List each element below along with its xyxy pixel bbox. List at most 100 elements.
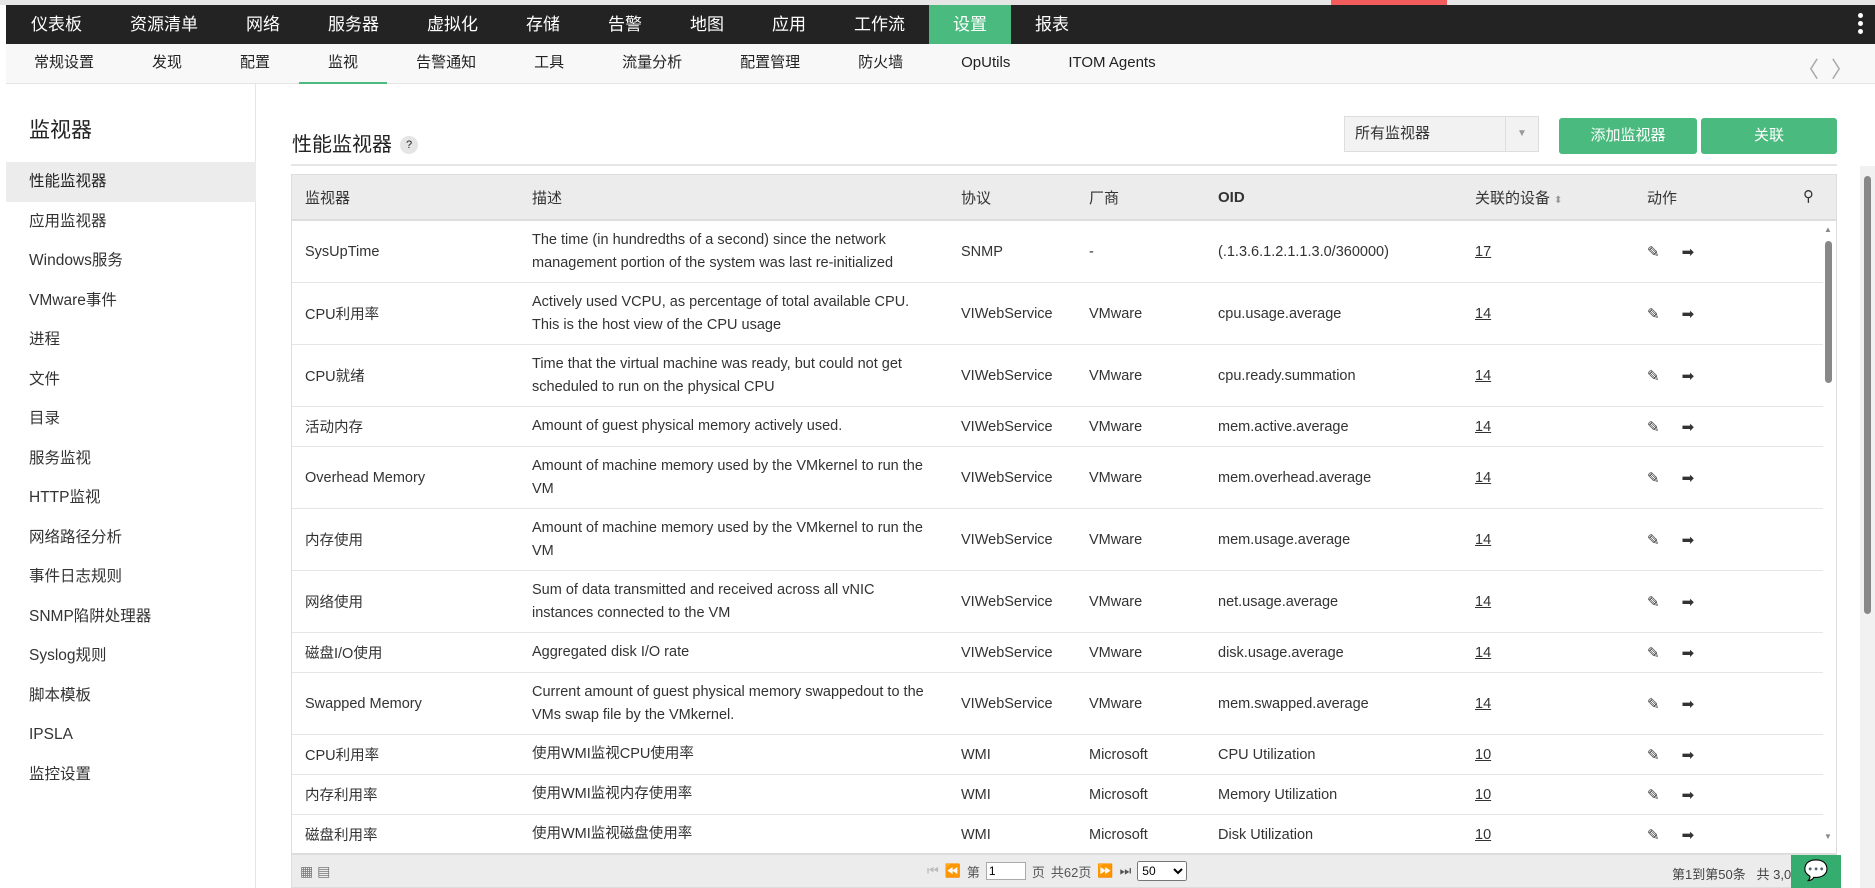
sidebar-item[interactable]: 性能监视器: [6, 162, 256, 202]
associated-devices-link[interactable]: 14: [1475, 696, 1491, 712]
sidebar-item[interactable]: 脚本模板: [6, 676, 256, 716]
subnav-scroll-arrows[interactable]: 〈〉: [1797, 52, 1865, 84]
associated-devices-link[interactable]: 14: [1475, 594, 1491, 610]
last-page-icon[interactable]: ⏭: [1120, 863, 1132, 879]
sidebar-item[interactable]: 进程: [6, 320, 256, 360]
edit-icon[interactable]: ✎: [1647, 645, 1660, 662]
page-size-select[interactable]: 50: [1137, 861, 1188, 881]
edit-icon[interactable]: ✎: [1647, 470, 1660, 487]
subnav-item[interactable]: 发现: [123, 44, 211, 83]
table-scrollbar[interactable]: ▲ ▼: [1822, 223, 1836, 841]
topnav-item[interactable]: 服务器: [304, 5, 403, 44]
edit-icon[interactable]: ✎: [1647, 747, 1660, 764]
associated-devices-link[interactable]: 14: [1475, 645, 1491, 661]
associate-icon[interactable]: ➡: [1682, 419, 1695, 436]
sidebar-item[interactable]: 服务监视: [6, 439, 256, 479]
search-icon[interactable]: ⚲: [1803, 187, 1814, 205]
topnav-item[interactable]: 报表: [1011, 5, 1093, 44]
sidebar-item[interactable]: VMware事件: [6, 281, 256, 321]
first-page-icon[interactable]: ⏮: [927, 863, 939, 879]
associated-devices-link[interactable]: 10: [1475, 787, 1491, 803]
topnav-item[interactable]: 工作流: [830, 5, 929, 44]
topnav-item[interactable]: 应用: [748, 5, 830, 44]
sidebar-item[interactable]: 监控设置: [6, 755, 256, 795]
subnav-item[interactable]: ITOM Agents: [1039, 44, 1184, 83]
associate-icon[interactable]: ➡: [1682, 696, 1695, 713]
associate-icon[interactable]: ➡: [1682, 368, 1695, 385]
associate-icon[interactable]: ➡: [1682, 747, 1695, 764]
edit-icon[interactable]: ✎: [1647, 419, 1660, 436]
edit-icon[interactable]: ✎: [1647, 787, 1660, 804]
prev-page-icon[interactable]: ⏪: [945, 863, 961, 879]
sidebar-item[interactable]: HTTP监视: [6, 478, 256, 518]
sidebar-item[interactable]: 文件: [6, 360, 256, 400]
sidebar-item[interactable]: SNMP陷阱处理器: [6, 597, 256, 637]
associate-icon[interactable]: ➡: [1682, 306, 1695, 323]
edit-icon[interactable]: ✎: [1647, 532, 1660, 549]
associate-icon[interactable]: ➡: [1682, 827, 1695, 844]
subnav-item[interactable]: 流量分析: [593, 44, 711, 83]
associate-icon[interactable]: ➡: [1682, 645, 1695, 662]
next-page-icon[interactable]: ⏩: [1097, 863, 1113, 879]
subnav-item[interactable]: OpUtils: [932, 44, 1039, 83]
column-header[interactable]: 协议: [948, 187, 1076, 208]
edit-icon[interactable]: ✎: [1647, 696, 1660, 713]
topnav-item[interactable]: 设置: [929, 5, 1011, 44]
subnav-item[interactable]: 防火墙: [829, 44, 932, 83]
chat-icon[interactable]: 💬: [1791, 855, 1841, 888]
page-input[interactable]: [985, 862, 1026, 880]
topnav-item[interactable]: 地图: [666, 5, 748, 44]
edit-icon[interactable]: ✎: [1647, 306, 1660, 323]
associate-icon[interactable]: ➡: [1682, 470, 1695, 487]
associated-devices-link[interactable]: 10: [1475, 747, 1491, 763]
monitor-filter-select[interactable]: 所有监视器 ▼: [1344, 116, 1539, 152]
associated-devices-link[interactable]: 14: [1475, 368, 1491, 384]
calculator-icon[interactable]: ▦: [300, 863, 313, 879]
sidebar-item[interactable]: 网络路径分析: [6, 518, 256, 558]
edit-icon[interactable]: ✎: [1647, 594, 1660, 611]
edit-icon[interactable]: ✎: [1647, 368, 1660, 385]
topnav-item[interactable]: 告警: [584, 5, 666, 44]
page-scrollbar[interactable]: [1860, 166, 1875, 888]
add-monitor-button[interactable]: 添加监视器: [1559, 118, 1697, 154]
column-header[interactable]: 关联的设备 ⬍: [1462, 187, 1634, 208]
associated-devices-link[interactable]: 14: [1475, 532, 1491, 548]
subnav-item[interactable]: 配置管理: [711, 44, 829, 83]
column-header[interactable]: 动作: [1634, 187, 1774, 208]
subnav-item[interactable]: 告警通知: [387, 44, 505, 83]
associated-devices-link[interactable]: 17: [1475, 244, 1491, 260]
associated-devices-link[interactable]: 14: [1475, 306, 1491, 322]
column-header[interactable]: 厂商: [1076, 187, 1205, 208]
associate-icon[interactable]: ➡: [1682, 594, 1695, 611]
sidebar-item[interactable]: Windows服务: [6, 241, 256, 281]
sidebar-item[interactable]: 目录: [6, 399, 256, 439]
sidebar-item[interactable]: Syslog规则: [6, 636, 256, 676]
more-menu-icon[interactable]: [1858, 13, 1863, 37]
subnav-item[interactable]: 工具: [505, 44, 593, 83]
sidebar-item[interactable]: IPSLA: [6, 715, 256, 755]
associate-icon[interactable]: ➡: [1682, 532, 1695, 549]
help-icon[interactable]: ?: [400, 136, 418, 154]
associate-icon[interactable]: ➡: [1682, 787, 1695, 804]
excel-export-icon[interactable]: ▤: [317, 863, 330, 879]
associated-devices-link[interactable]: 14: [1475, 470, 1491, 486]
edit-icon[interactable]: ✎: [1647, 827, 1660, 844]
topnav-item[interactable]: 网络: [222, 5, 304, 44]
associate-button[interactable]: 关联: [1701, 118, 1837, 154]
subnav-item[interactable]: 监视: [299, 44, 388, 85]
sidebar-item[interactable]: 事件日志规则: [6, 557, 256, 597]
subnav-item[interactable]: 常规设置: [6, 44, 123, 83]
associated-devices-link[interactable]: 10: [1475, 827, 1491, 843]
topnav-item[interactable]: 存储: [502, 5, 584, 44]
column-header[interactable]: 描述: [519, 187, 948, 208]
sort-icon[interactable]: ⬍: [1554, 195, 1562, 206]
column-header[interactable]: 监视器: [292, 187, 519, 208]
column-header[interactable]: OID: [1205, 189, 1462, 206]
topnav-item[interactable]: 资源清单: [106, 5, 222, 44]
topnav-item[interactable]: 仪表板: [13, 5, 106, 44]
sidebar-item[interactable]: 应用监视器: [6, 202, 256, 242]
associate-icon[interactable]: ➡: [1682, 244, 1695, 261]
subnav-item[interactable]: 配置: [211, 44, 299, 83]
associated-devices-link[interactable]: 14: [1475, 419, 1491, 435]
topnav-item[interactable]: 虚拟化: [403, 5, 502, 44]
